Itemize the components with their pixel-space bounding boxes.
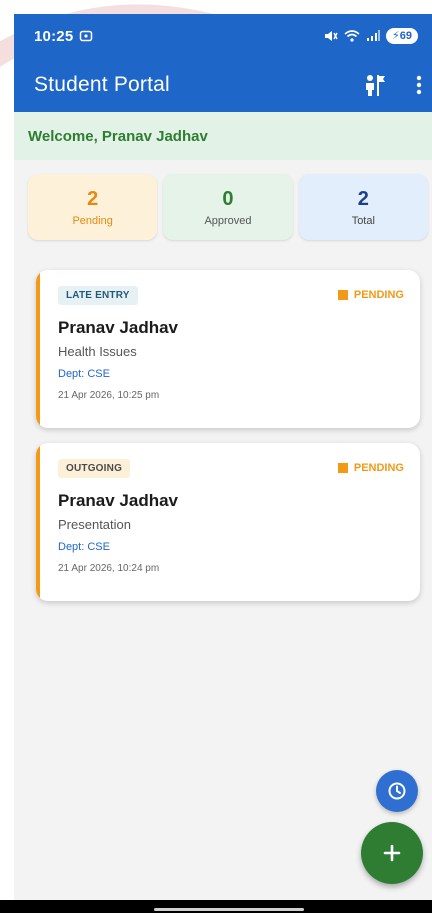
app-bar-actions xyxy=(362,73,422,97)
stat-pending-value: 2 xyxy=(87,187,99,210)
mute-icon xyxy=(325,31,338,41)
status-time-group: 10:25 xyxy=(34,28,93,45)
plus-icon xyxy=(383,844,401,862)
stat-approved[interactable]: 0 Approved xyxy=(163,174,293,240)
request-card[interactable]: OUTGOING PENDING Pranav Jadhav Presentat… xyxy=(36,443,420,601)
status-time: 10:25 xyxy=(34,27,74,45)
student-name: Pranav Jadhav xyxy=(58,491,179,510)
system-nav-bar xyxy=(0,900,432,913)
app-screen: 10:25 ⚡69 Student Portal Welcome, Pranav… xyxy=(14,14,432,900)
welcome-banner: Welcome, Pranav Jadhav xyxy=(14,112,432,160)
request-type-tag: OUTGOING xyxy=(58,459,131,478)
app-bar: Student Portal xyxy=(14,58,432,112)
request-type-tag: LATE ENTRY xyxy=(58,286,138,305)
stat-approved-label: Approved xyxy=(204,214,252,227)
welcome-text: Welcome, Pranav Jadhav xyxy=(28,127,208,145)
add-request-fab[interactable] xyxy=(361,822,423,884)
stat-approved-value: 0 xyxy=(222,187,234,210)
request-date: 21 Apr 2026, 10:24 pm xyxy=(58,563,160,574)
status-text: PENDING xyxy=(353,462,404,474)
clock-icon xyxy=(388,782,406,800)
signal-icon xyxy=(367,30,381,41)
request-date: 21 Apr 2026, 10:25 pm xyxy=(58,390,160,401)
stat-total[interactable]: 2 Total xyxy=(298,174,428,240)
gesture-handle[interactable] xyxy=(154,908,304,911)
stat-total-value: 2 xyxy=(357,187,369,210)
status-badge: PENDING xyxy=(337,289,404,301)
student-name: Pranav Jadhav xyxy=(58,318,179,337)
status-text: PENDING xyxy=(353,289,404,301)
status-square-icon xyxy=(337,463,348,473)
battery-indicator: ⚡69 xyxy=(386,28,418,44)
status-badge: PENDING xyxy=(337,462,404,474)
request-reason: Health Issues xyxy=(58,344,137,359)
status-icons: ⚡69 xyxy=(324,28,418,44)
request-card[interactable]: LATE ENTRY PENDING Pranav Jadhav Health … xyxy=(36,270,420,428)
status-square-icon xyxy=(337,290,348,300)
page-title: Student Portal xyxy=(34,73,170,96)
stat-pending-label: Pending xyxy=(72,214,113,227)
battery-level: 69 xyxy=(399,30,412,42)
department: Dept: CSE xyxy=(58,368,110,380)
stats-row: 2 Pending 0 Approved 2 Total xyxy=(28,174,428,240)
department: Dept: CSE xyxy=(58,541,110,553)
stat-total-label: Total xyxy=(351,214,375,227)
request-reason: Presentation xyxy=(58,517,131,532)
status-bar: 10:25 ⚡69 xyxy=(14,14,432,58)
history-fab[interactable] xyxy=(376,770,418,812)
person-signpost-icon[interactable] xyxy=(362,73,386,97)
card-accent-stripe xyxy=(36,443,40,601)
stat-pending[interactable]: 2 Pending xyxy=(28,174,158,240)
screenshot-icon xyxy=(80,30,93,42)
more-vert-icon[interactable] xyxy=(416,75,422,95)
card-accent-stripe xyxy=(36,270,40,428)
wifi-icon xyxy=(344,30,360,42)
